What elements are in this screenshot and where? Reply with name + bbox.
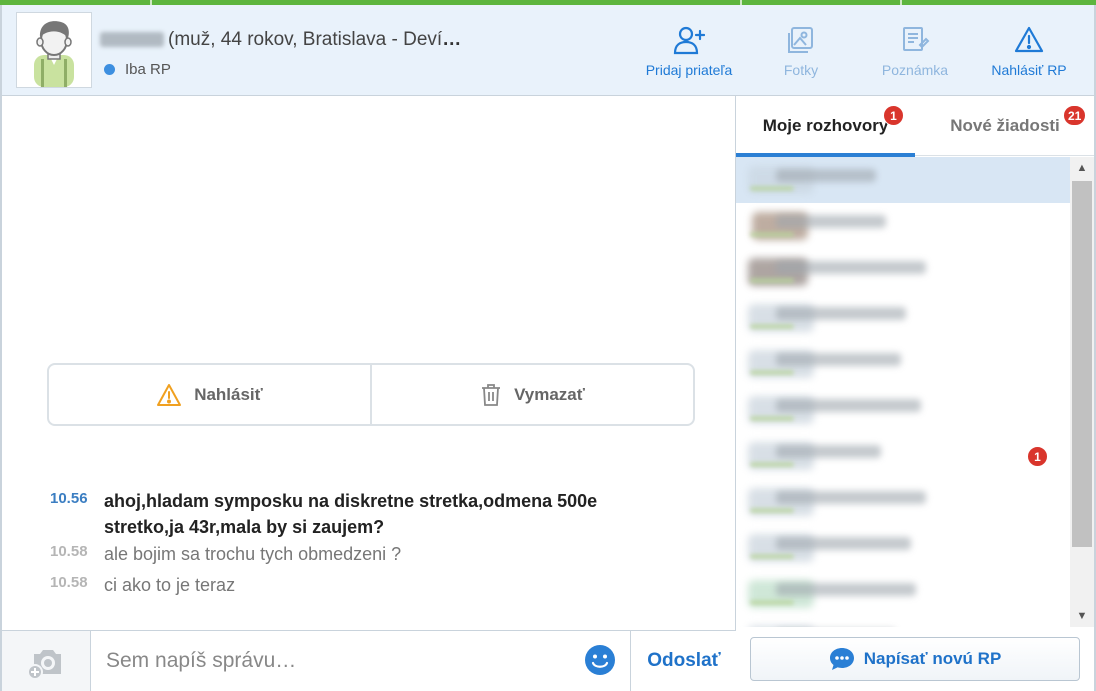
redacted-status [750,186,794,191]
note-button[interactable]: Poznámka [874,25,956,85]
message-time: 10.56 [50,490,88,507]
scrollbar-thumb[interactable] [1072,181,1092,547]
list-item[interactable] [736,525,1070,571]
note-icon [903,27,930,51]
list-item[interactable]: 1 [736,433,1070,479]
tab-label: Moje rozhovory [762,116,889,135]
delete-button[interactable]: Vymazať [370,365,693,424]
delete-label: Vymazať [514,384,585,404]
redacted-name [776,353,901,366]
photos-label: Fotky [783,62,819,78]
list-item[interactable] [736,387,1070,433]
redacted-name [776,169,876,182]
add-friend-label: Pridaj priateľa [645,62,733,78]
profile-status: Iba RP [104,61,171,78]
default-male-avatar-icon [34,21,74,87]
conversation-scrollbar[interactable]: ▲ ▼ [1070,157,1094,627]
redacted-name [776,491,926,504]
status-dot-icon [104,64,115,75]
status-label: Iba RP [125,61,171,78]
redacted-name [776,215,886,228]
conversation-list: 1 [736,157,1070,627]
report-rp-button[interactable]: Nahlásiť RP [984,25,1074,85]
message-input[interactable] [92,631,630,691]
scroll-up-icon[interactable]: ▲ [1070,157,1094,179]
note-label: Poznámka [881,62,949,78]
emoji-icon[interactable] [584,644,616,676]
redacted-status [750,462,794,467]
profile-name[interactable]: (muž, 44 rokov, Bratislava - Deví… [100,29,461,51]
message-time: 10.58 [50,574,88,591]
unread-badge: 1 [1027,446,1048,467]
warning-icon [1014,26,1044,53]
redacted-status [750,232,794,237]
message-composer: Odoslať [0,630,736,691]
redacted-name [776,307,906,320]
message-text: ahoj,hladam symposku na diskretne stretk… [104,491,598,537]
redacted-name [776,537,911,550]
sidebar-tabs: Moje rozhovory 1 Nové žiadosti 21 [736,96,1094,157]
add-user-icon [673,26,705,55]
chat-panel: Nahlásiť Vymazať 10.56 ahoj,hladam sympo… [0,96,736,630]
list-item[interactable] [736,295,1070,341]
redacted-name [776,399,921,412]
message-text: ale bojim sa trochu tych obmedzeni ? [104,544,402,564]
new-rp-label: Napísať novú RP [863,649,1002,668]
new-rp-button[interactable]: Napísať novú RP [750,637,1080,681]
conversation-actions: Nahlásiť Vymazať [47,363,695,426]
redacted-name [776,583,916,596]
trash-icon [482,383,501,406]
report-rp-label: Nahlásiť RP [991,62,1067,78]
avatar [748,626,814,627]
list-item[interactable] [736,249,1070,295]
send-button[interactable]: Odoslať [630,631,737,691]
list-item[interactable] [736,203,1070,249]
attach-photo-button[interactable] [2,631,91,691]
report-button[interactable]: Nahlásiť [49,365,370,424]
redacted-username [100,32,164,48]
redacted-status [750,508,794,513]
tab-label: Nové žiadosti [950,116,1060,135]
tab-new-requests[interactable]: Nové žiadosti [936,96,1074,156]
redacted-status [750,600,794,605]
requests-badge: 21 [1063,105,1087,126]
list-item[interactable] [736,571,1070,617]
redacted-status [750,416,794,421]
list-item[interactable] [736,617,1070,627]
truncation-ellipsis: … [442,29,462,50]
message-text: ci ako to je teraz [104,575,236,595]
unread-badge: 1 [883,105,904,126]
avatar[interactable] [16,12,92,88]
list-item[interactable] [736,157,1070,203]
redacted-name [776,261,926,274]
list-item[interactable] [736,479,1070,525]
redacted-name [776,445,881,458]
redacted-status [750,370,794,375]
profile-details: (muž, 44 rokov, Bratislava - Deví [168,29,443,50]
conversations-sidebar: Moje rozhovory 1 Nové žiadosti 21 1 ▲ ▼ … [736,96,1096,691]
scroll-down-icon[interactable]: ▼ [1070,605,1094,627]
redacted-status [750,324,794,329]
chat-bubble-icon [829,648,854,670]
chat-header: (muž, 44 rokov, Bratislava - Deví… Iba R… [0,5,1096,96]
report-label: Nahlásiť [194,384,263,404]
photos-icon [788,27,813,53]
redacted-status [750,278,794,283]
photos-button[interactable]: Fotky [764,25,838,85]
list-item[interactable] [736,341,1070,387]
warning-icon [157,383,182,406]
message-time: 10.58 [50,543,88,560]
add-friend-button[interactable]: Pridaj priateľa [640,25,738,85]
redacted-status [750,554,794,559]
camera-add-icon [27,649,61,680]
